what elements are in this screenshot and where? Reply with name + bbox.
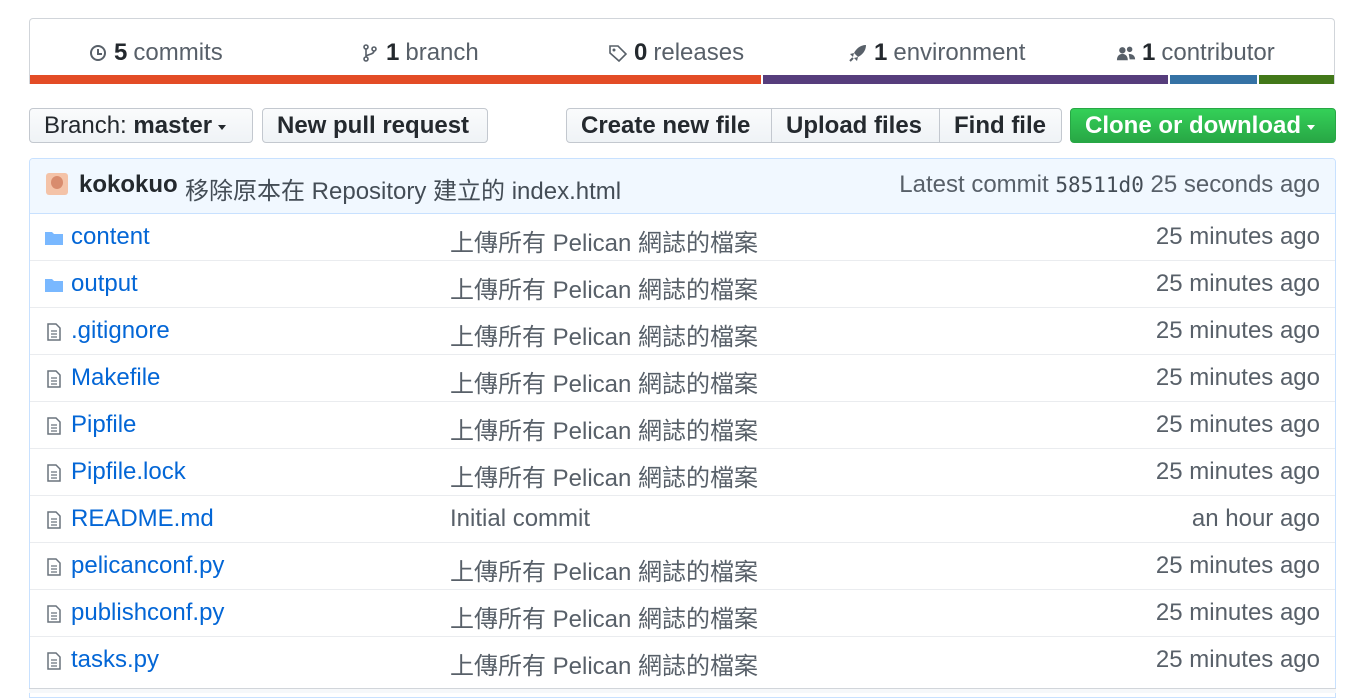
- branches-count: 1: [386, 39, 400, 66]
- file-name-link[interactable]: Pipfile.lock: [71, 458, 186, 486]
- file-name-link[interactable]: .gitignore: [71, 317, 170, 345]
- file-age: 25 minutes ago: [1155, 599, 1320, 626]
- table-row: .gitignore 上傳所有 Pelican 網誌的檔案 25 minutes a…: [30, 307, 1335, 354]
- file-commit-message[interactable]: 上傳所有 Pelican 網誌的檔案: [450, 599, 758, 634]
- file-commit-message[interactable]: 上傳所有 Pelican 網誌的檔案: [450, 270, 758, 305]
- caret-down-icon: [1307, 125, 1315, 130]
- file-age: an hour ago: [1191, 505, 1320, 532]
- table-row: pelicanconf.py 上傳所有 Pelican 網誌的檔案 25 minut…: [30, 542, 1335, 589]
- file-icon: [47, 511, 61, 529]
- tag-icon: [609, 45, 628, 63]
- table-row: output 上傳所有 Pelican 網誌的檔案 25 minutes ago: [30, 260, 1335, 307]
- file-commit-message[interactable]: 上傳所有 Pelican 網誌的檔案: [450, 317, 758, 352]
- file-name-link[interactable]: Pipfile: [71, 411, 136, 439]
- file-age: 25 minutes ago: [1155, 317, 1320, 344]
- file-age: 25 minutes ago: [1155, 364, 1320, 391]
- table-row: Pipfile 上傳所有 Pelican 網誌的檔案 25 minutes ago: [30, 401, 1335, 448]
- commit-message[interactable]: 移除原本在 Repository 建立的 index.html: [185, 171, 621, 206]
- file-commit-message[interactable]: Initial commit: [450, 505, 590, 533]
- new-pull-request-button[interactable]: New pull request: [262, 108, 488, 143]
- branches-link[interactable]: 1 branch: [360, 37, 479, 69]
- commits-count: 5: [114, 39, 128, 66]
- commit-age: 25 seconds ago: [1150, 171, 1320, 198]
- table-row: README.md Initial commit an hour ago: [30, 495, 1335, 542]
- environments-label: environment: [893, 39, 1026, 66]
- environments-count: 1: [874, 39, 888, 66]
- branch-icon: [363, 44, 377, 62]
- file-name-link[interactable]: publishconf.py: [71, 599, 224, 627]
- latest-commit-label: Latest commit: [899, 171, 1049, 198]
- file-age: 25 minutes ago: [1155, 411, 1320, 438]
- branches-label: branch: [405, 39, 479, 66]
- file-list: content 上傳所有 Pelican 網誌的檔案 25 minutes ago o…: [30, 214, 1335, 683]
- rocket-icon: [849, 45, 866, 62]
- file-icon: [47, 370, 61, 388]
- file-icon: [47, 605, 61, 623]
- people-icon: [1116, 46, 1136, 61]
- file-age: 25 minutes ago: [1155, 223, 1320, 250]
- create-new-file-button[interactable]: Create new file: [566, 108, 772, 143]
- history-icon: [90, 45, 106, 61]
- file-age: 25 minutes ago: [1155, 270, 1320, 297]
- file-name-link[interactable]: README.md: [71, 505, 214, 533]
- file-commit-message[interactable]: 上傳所有 Pelican 網誌的檔案: [450, 411, 758, 446]
- branch-select-button[interactable]: Branch: master: [29, 108, 253, 143]
- latest-commit-bar: kokokuo 移除原本在 Repository 建立的 index.html …: [30, 159, 1335, 214]
- avatar[interactable]: [46, 173, 68, 195]
- latest-commit-info: Latest commit 58511d0 25 seconds ago: [899, 171, 1320, 199]
- file-commit-message[interactable]: 上傳所有 Pelican 網誌的檔案: [450, 364, 758, 399]
- repo-summary: 5 commits 1 branch 0 releases 1 environm…: [29, 18, 1335, 84]
- file-icon: [47, 417, 61, 435]
- caret-down-icon: [218, 125, 227, 130]
- releases-count: 0: [634, 39, 648, 66]
- branch-prefix: Branch:: [44, 111, 127, 139]
- table-row: Pipfile.lock 上傳所有 Pelican 網誌的檔案 25 minutes…: [30, 448, 1335, 495]
- table-row: Makefile 上傳所有 Pelican 網誌的檔案 25 minutes ago: [30, 354, 1335, 401]
- file-icon: [47, 558, 61, 576]
- file-commit-message[interactable]: 上傳所有 Pelican 網誌的檔案: [450, 223, 758, 258]
- language-segment[interactable]: [30, 75, 761, 84]
- file-icon: [47, 464, 61, 482]
- file-table: kokokuo 移除原本在 Repository 建立的 index.html …: [29, 158, 1336, 698]
- commits-label: commits: [133, 39, 223, 66]
- file-name-link[interactable]: content: [71, 223, 150, 251]
- folder-icon: [45, 279, 63, 292]
- file-icon: [47, 323, 61, 341]
- environments-link[interactable]: 1 environment: [848, 37, 1025, 69]
- file-name-link[interactable]: tasks.py: [71, 646, 159, 674]
- table-row: content 上傳所有 Pelican 網誌的檔案 25 minutes ago: [30, 214, 1335, 260]
- clone-or-download-button[interactable]: Clone or download: [1070, 108, 1336, 143]
- contributors-link[interactable]: 1 contributor: [1116, 37, 1275, 69]
- releases-link[interactable]: 0 releases: [608, 37, 744, 69]
- language-bar[interactable]: [30, 75, 1334, 84]
- file-name-link[interactable]: output: [71, 270, 138, 298]
- file-actions-group: Create new file Upload files Find file: [566, 108, 1062, 143]
- file-name-link[interactable]: pelicanconf.py: [71, 552, 224, 580]
- file-age: 25 minutes ago: [1155, 458, 1320, 485]
- file-icon: [47, 652, 61, 670]
- table-footer-edge: [29, 688, 1336, 693]
- releases-label: releases: [653, 39, 745, 66]
- file-age: 25 minutes ago: [1155, 646, 1320, 673]
- find-file-button[interactable]: Find file: [939, 108, 1062, 143]
- table-row: publishconf.py 上傳所有 Pelican 網誌的檔案 25 minut…: [30, 589, 1335, 636]
- table-row: tasks.py 上傳所有 Pelican 網誌的檔案 25 minutes ago: [30, 636, 1335, 683]
- upload-files-button[interactable]: Upload files: [771, 108, 940, 143]
- branch-name: master: [133, 111, 213, 139]
- clone-or-download-label: Clone or download: [1085, 111, 1301, 139]
- file-age: 25 minutes ago: [1155, 552, 1320, 579]
- language-segment[interactable]: [762, 75, 1168, 84]
- commit-author[interactable]: kokokuo: [79, 171, 178, 199]
- file-commit-message[interactable]: 上傳所有 Pelican 網誌的檔案: [450, 646, 758, 681]
- language-segment[interactable]: [1169, 75, 1258, 84]
- language-segment[interactable]: [1259, 75, 1334, 84]
- file-commit-message[interactable]: 上傳所有 Pelican 網誌的檔案: [450, 552, 758, 587]
- file-commit-message[interactable]: 上傳所有 Pelican 網誌的檔案: [450, 458, 758, 493]
- contributors-label: contributor: [1161, 39, 1275, 66]
- commit-sha[interactable]: 58511d0: [1055, 173, 1144, 197]
- folder-icon: [45, 232, 63, 245]
- contributors-count: 1: [1142, 39, 1156, 66]
- commits-link[interactable]: 5 commits: [88, 37, 223, 69]
- file-name-link[interactable]: Makefile: [71, 364, 160, 392]
